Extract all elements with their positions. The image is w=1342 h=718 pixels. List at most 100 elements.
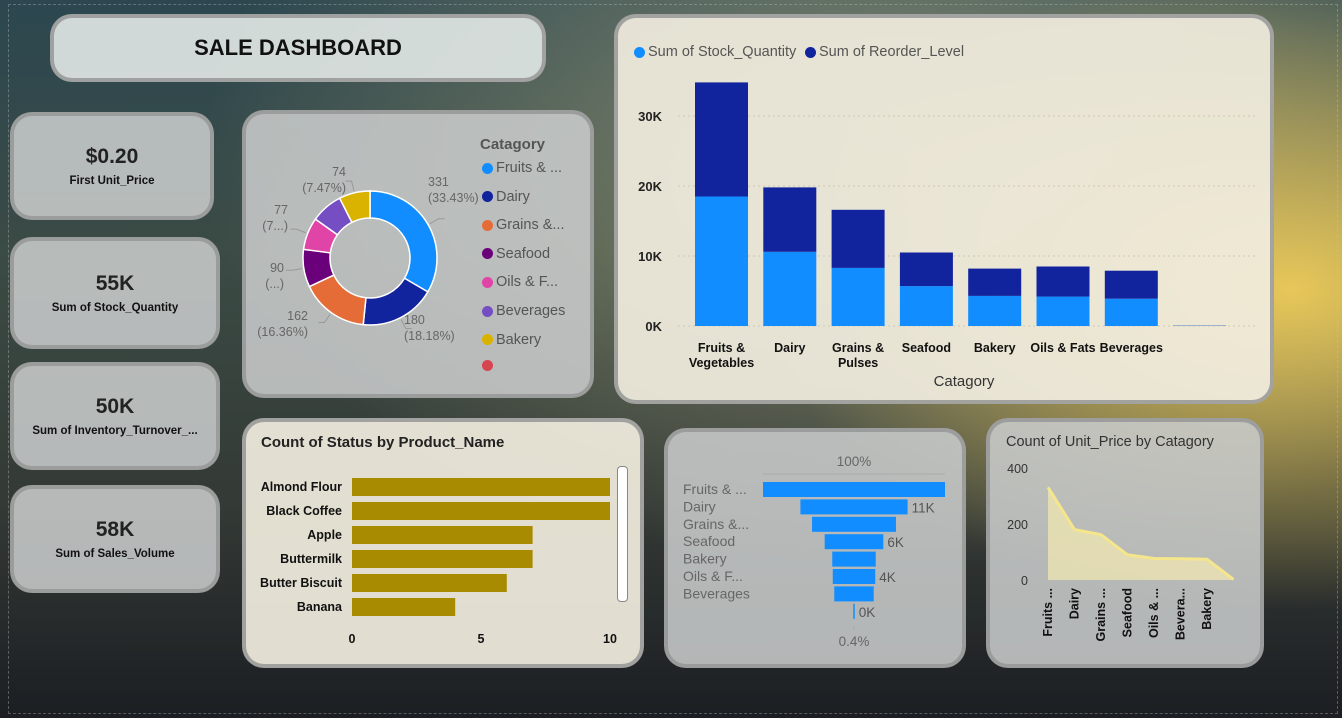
- x-tick-label: Bevera...: [1174, 588, 1188, 640]
- hbar-chart[interactable]: Almond Flour Black Coffee Apple Buttermilk B…: [246, 422, 640, 664]
- funnel-category-label: Bakery: [683, 551, 727, 567]
- x-tick-label: Bakery: [1200, 588, 1214, 630]
- donut-legend-item[interactable]: Fruits & ...: [482, 160, 562, 176]
- stacked-bar-stock: [695, 196, 748, 326]
- donut-data-pct: (33.43%): [428, 191, 479, 205]
- kpi-value: $0.20: [85, 145, 139, 168]
- legend-dot: [482, 219, 493, 231]
- x-tick-label: Vegetables: [689, 356, 754, 370]
- donut-data-pct: (7...): [262, 219, 288, 233]
- area-chart[interactable]: 0 200 400 Fruits ... Dairy Grains ... Seafood O…: [990, 422, 1260, 664]
- stacked-bar-chart[interactable]: 0K 10K 20K 30K Fruits &Vegetables Dairy Grains…: [618, 18, 1270, 400]
- donut-legend-item[interactable]: Beverages: [482, 303, 565, 319]
- legend-dot: [482, 334, 493, 346]
- kpi-label: First Unit_Price: [69, 175, 155, 187]
- hbar-bar: [352, 574, 507, 592]
- stacked-bar-reorder: [1036, 266, 1090, 297]
- kpi-card-inventory-turnover[interactable]: 50K Sum of Inventory_Turnover_...: [10, 362, 220, 470]
- donut-legend-title: Catagory: [480, 136, 546, 153]
- title-card: SALE DASHBOARD: [50, 14, 546, 82]
- donut-legend-item[interactable]: Grains &...: [482, 217, 565, 233]
- stacked-bar-stock: [968, 295, 1022, 326]
- funnel-category-label: Grains &...: [683, 516, 749, 532]
- kpi-card-sales-volume[interactable]: 58K Sum of Sales_Volume: [10, 485, 220, 593]
- legend-label: Dairy: [496, 188, 530, 205]
- donut-chart-card: 331 (33.43%) 180 (18.18%) 162 (16.36%) 90 (...)…: [242, 110, 594, 398]
- hbar-category-label: Apple: [307, 528, 342, 542]
- stacked-bar-reorder: [1104, 270, 1158, 299]
- hbar-bar: [352, 502, 610, 520]
- donut-data-label: 331: [428, 175, 449, 189]
- legend-label: Grains &...: [496, 217, 565, 234]
- donut-data-label: 74: [332, 165, 346, 179]
- funnel-top-label: 100%: [837, 454, 872, 469]
- x-tick-label: Pulses: [838, 356, 878, 370]
- stacked-bar-stock: [1104, 298, 1158, 326]
- donut-leader-line: [429, 218, 445, 225]
- stacked-bar-reorder: [763, 187, 817, 252]
- stacked-bar-reorder: [899, 252, 953, 287]
- funnel-category-label: Fruits & ...: [683, 481, 747, 497]
- funnel-bar: [832, 551, 876, 567]
- hbar-category-label: Black Coffee: [266, 504, 342, 518]
- funnel-bottom-label: 0.4%: [839, 634, 870, 649]
- kpi-value: 55K: [95, 272, 135, 295]
- legend-label: Beverages: [496, 303, 566, 319]
- hbar-bar: [352, 526, 533, 544]
- kpi-card-stock-quantity[interactable]: 55K Sum of Stock_Quantity: [10, 237, 220, 349]
- x-tick-label: Grains ...: [1094, 588, 1108, 642]
- legend-dot: [482, 248, 493, 260]
- legend-dot: [482, 360, 493, 372]
- donut-slice: [369, 190, 438, 293]
- kpi-value: 58K: [95, 518, 135, 541]
- x-tick-label: Fruits &: [698, 341, 745, 355]
- funnel-bar: [824, 534, 884, 550]
- donut-legend-item[interactable]: Oils & F...: [482, 274, 558, 290]
- x-tick-label: Seafood: [902, 341, 951, 355]
- funnel-bar: [812, 516, 896, 532]
- funnel-value-label: 6K: [887, 535, 904, 550]
- kpi-label: Sum of Inventory_Turnover_...: [32, 425, 198, 437]
- legend-label: Fruits & ...: [496, 160, 563, 176]
- hbar-scrollbar[interactable]: [617, 466, 628, 602]
- funnel-chart-card: 100% Fruits & ... 11K Dairy Grains &... 6K Sea…: [664, 428, 966, 668]
- donut-legend-item[interactable]: [482, 360, 496, 372]
- x-tick-label: Bakery: [974, 341, 1016, 355]
- y-tick-label: 0: [1021, 574, 1028, 588]
- stacked-bar-reorder: [831, 209, 885, 268]
- kpi-card-first-unit-price[interactable]: $0.20 First Unit_Price: [10, 112, 214, 220]
- funnel-category-label: Oils & F...: [683, 568, 743, 584]
- x-tick-label: 10: [603, 632, 617, 646]
- area-fill: [1048, 487, 1234, 580]
- donut-leader-line: [285, 268, 302, 271]
- funnel-value-label: 11K: [912, 500, 935, 515]
- donut-legend-item[interactable]: Bakery: [482, 332, 541, 348]
- stacked-bar-reorder: [1173, 325, 1227, 326]
- donut-data-label: 180: [404, 313, 425, 327]
- donut-data-label: 162: [287, 309, 308, 323]
- x-tick-label: Grains &: [832, 341, 884, 355]
- donut-legend-item[interactable]: Dairy: [482, 189, 530, 205]
- page-title: SALE DASHBOARD: [194, 35, 402, 60]
- funnel-category-label: Dairy: [683, 498, 716, 514]
- hbar-chart-card: Count of Status by Product_Name Almond F…: [242, 418, 644, 668]
- donut-data-pct: (16.36%): [257, 325, 308, 339]
- x-tick-label: Dairy: [774, 341, 805, 355]
- legend-dot: [482, 276, 493, 288]
- kpi-label: Sum of Sales_Volume: [55, 548, 175, 560]
- x-axis-label: Catagory: [934, 373, 995, 390]
- hbar-bar: [352, 478, 610, 496]
- stacked-bar-reorder: [695, 82, 748, 197]
- legend-dot: [482, 162, 493, 174]
- hbar-category-label: Almond Flour: [261, 480, 342, 494]
- stacked-bar-reorder: [968, 268, 1022, 296]
- funnel-chart[interactable]: 100% Fruits & ... 11K Dairy Grains &... 6K Sea…: [668, 432, 962, 664]
- hbar-bar: [352, 598, 456, 616]
- legend-dot: [482, 191, 493, 203]
- donut-legend-item[interactable]: Seafood: [482, 246, 550, 262]
- hbar-category-label: Buttermilk: [280, 552, 342, 566]
- funnel-bar: [763, 482, 945, 497]
- legend-dot: [482, 305, 493, 317]
- kpi-value: 50K: [95, 395, 135, 418]
- donut-leader-line: [345, 180, 355, 192]
